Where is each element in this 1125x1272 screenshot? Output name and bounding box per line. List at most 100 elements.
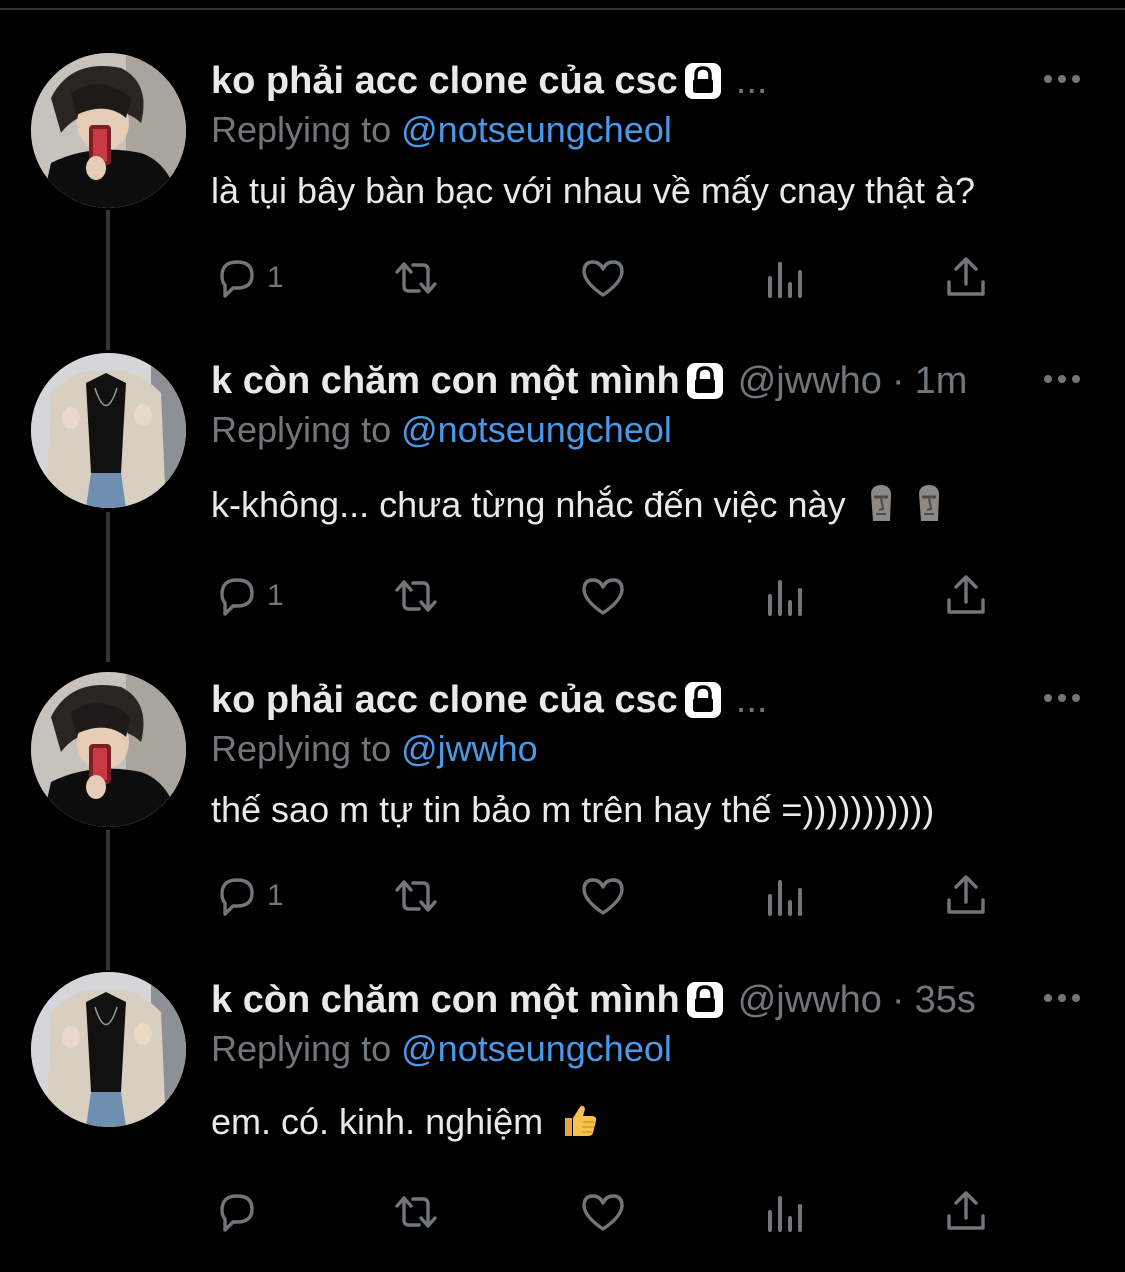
analytics-icon [768, 262, 802, 298]
reply-button[interactable]: 1 [213, 566, 284, 626]
more-icon[interactable] [1042, 690, 1082, 706]
replying-to-label: Replying to [211, 409, 392, 450]
analytics-icon [768, 1196, 802, 1232]
truncation-ellipsis: ... [735, 679, 768, 721]
heart-icon [582, 260, 624, 297]
display-name[interactable]: k còn chăm con một mình [211, 974, 680, 1026]
replying-to: Replying to @jwwho [211, 724, 538, 774]
separator-dot: · [891, 360, 905, 402]
share-button[interactable] [942, 566, 990, 626]
tweet-text: k-không... chưa từng nhắc đến việc này [211, 484, 846, 525]
retweet-button[interactable] [392, 866, 440, 926]
heart-icon [582, 578, 624, 615]
replying-to: Replying to @notseungcheol [211, 1024, 672, 1074]
comment-icon [220, 1194, 254, 1232]
tweet[interactable]: ko phải acc clone của csc ... Replying t… [0, 53, 1125, 353]
share-icon [947, 875, 985, 914]
tweet-text-wrap: k-không... chưa từng nhắc đến việc này [211, 479, 1091, 531]
share-icon [947, 1191, 985, 1230]
avatar[interactable] [31, 53, 186, 208]
avatar[interactable] [31, 672, 186, 827]
reply-button[interactable] [213, 1182, 267, 1242]
top-divider [0, 8, 1125, 10]
action-bar [0, 1182, 1125, 1242]
lock-icon [683, 680, 722, 720]
like-button[interactable] [579, 866, 627, 926]
tweet-text: thế sao m tự tin bảo m trên hay thế =)))… [211, 789, 935, 830]
mention-link[interactable]: @jwwho [401, 728, 538, 769]
retweet-button[interactable] [392, 566, 440, 626]
comment-icon [220, 878, 254, 916]
share-button[interactable] [942, 248, 990, 308]
more-icon[interactable] [1042, 371, 1082, 387]
mention-link[interactable]: @notseungcheol [401, 409, 672, 450]
replying-to: Replying to @notseungcheol [211, 105, 672, 155]
retweet-button[interactable] [392, 1182, 440, 1242]
truncation-ellipsis: ... [735, 60, 768, 102]
action-bar: 1 [0, 566, 1125, 626]
replying-to-label: Replying to [211, 1028, 392, 1069]
tweet-header: ko phải acc clone của csc ... [211, 674, 1041, 726]
lock-icon [685, 361, 724, 401]
reply-count: 1 [267, 261, 284, 294]
thumbs-up-emoji-icon [565, 1105, 597, 1136]
analytics-icon [768, 580, 802, 616]
tweet-header: k còn chăm con một mình @jwwho · 35s [211, 974, 1041, 1026]
tweet-header: k còn chăm con một mình @jwwho · 1m [211, 355, 1041, 407]
tweet[interactable]: k còn chăm con một mình @jwwho · 35s Rep… [0, 972, 1125, 1272]
mention-link[interactable]: @notseungcheol [401, 1028, 672, 1069]
like-button[interactable] [579, 248, 627, 308]
analytics-button[interactable] [762, 248, 810, 308]
moai-emoji-icon [918, 485, 939, 521]
replying-to-label: Replying to [211, 728, 392, 769]
tweet[interactable]: ko phải acc clone của csc ... Replying t… [0, 672, 1125, 972]
tweet-text-wrap: em. có. kinh. nghiệm [211, 1096, 1091, 1148]
lock-icon [685, 980, 724, 1020]
analytics-button[interactable] [762, 566, 810, 626]
like-button[interactable] [579, 1182, 627, 1242]
like-button[interactable] [579, 566, 627, 626]
lock-icon [683, 61, 722, 101]
action-bar: 1 [0, 866, 1125, 926]
analytics-button[interactable] [762, 866, 810, 926]
share-icon [947, 575, 985, 614]
share-button[interactable] [942, 866, 990, 926]
reply-button[interactable]: 1 [213, 248, 284, 308]
reply-button[interactable]: 1 [213, 866, 284, 926]
tweet[interactable]: k còn chăm con một mình @jwwho · 1m Repl… [0, 353, 1125, 653]
heart-icon [582, 1194, 624, 1231]
tweet-header: ko phải acc clone của csc ... [211, 55, 1041, 107]
replying-to-label: Replying to [211, 109, 392, 150]
retweet-icon [395, 880, 437, 912]
comment-icon [220, 260, 254, 298]
replying-to: Replying to @notseungcheol [211, 405, 672, 455]
retweet-icon [395, 580, 437, 612]
display-name[interactable]: k còn chăm con một mình [211, 355, 680, 407]
retweet-icon [395, 1196, 437, 1228]
retweet-icon [395, 262, 437, 294]
username[interactable]: @jwwho [738, 355, 882, 407]
mention-link[interactable]: @notseungcheol [401, 109, 672, 150]
analytics-icon [768, 880, 802, 916]
display-name[interactable]: ko phải acc clone của csc [211, 674, 678, 726]
tweet-text: là tụi bây bàn bạc với nhau về mấy cnay … [211, 170, 976, 211]
retweet-button[interactable] [392, 248, 440, 308]
username[interactable]: @jwwho [738, 974, 882, 1026]
timestamp[interactable]: 1m [915, 355, 968, 407]
action-bar: 1 [0, 248, 1125, 308]
avatar[interactable] [31, 972, 186, 1127]
share-button[interactable] [942, 1182, 990, 1242]
moai-emoji-icon [870, 485, 891, 521]
more-icon[interactable] [1042, 990, 1082, 1006]
tweet-text: em. có. kinh. nghiệm [211, 1101, 544, 1142]
share-icon [947, 257, 985, 296]
heart-icon [582, 878, 624, 915]
separator-dot: · [891, 979, 905, 1021]
comment-icon [220, 578, 254, 616]
avatar[interactable] [31, 353, 186, 508]
timestamp[interactable]: 35s [915, 974, 976, 1026]
more-icon[interactable] [1042, 71, 1082, 87]
analytics-button[interactable] [762, 1182, 810, 1242]
display-name[interactable]: ko phải acc clone của csc [211, 55, 678, 107]
reply-count: 1 [267, 879, 284, 912]
